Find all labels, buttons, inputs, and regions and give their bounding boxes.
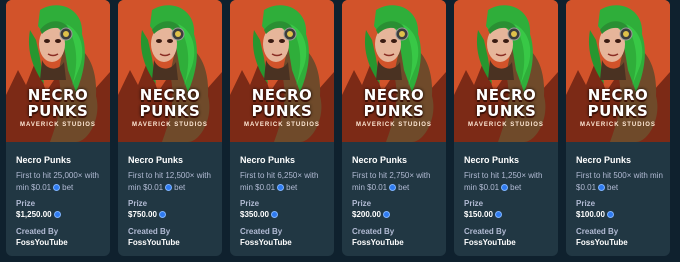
challenge-description: First to hit 500× with min $0.01 bet xyxy=(576,170,668,194)
game-name[interactable]: Necro Punks xyxy=(16,155,110,166)
coin-icon xyxy=(53,211,61,218)
prize-label: Prize xyxy=(576,199,596,208)
necro-punks-art xyxy=(118,0,222,142)
description-suffix: bet xyxy=(607,183,619,192)
creator-name[interactable]: FossYouTube xyxy=(576,237,670,248)
created-by-label: Created By xyxy=(576,227,619,236)
prize-amount: $350.00 xyxy=(240,210,269,219)
coin-icon xyxy=(382,211,390,218)
creator-name[interactable]: FossYouTube xyxy=(352,237,446,248)
art-title-punks: PUNKS xyxy=(139,102,201,120)
created-by-label: Created By xyxy=(128,227,171,236)
art-studio-label: MAVERICK STUDIOS xyxy=(20,122,96,128)
description-suffix: bet xyxy=(510,183,522,192)
game-name[interactable]: Necro Punks xyxy=(128,155,222,166)
coin-icon xyxy=(501,184,509,191)
coin-icon xyxy=(389,184,397,191)
game-thumbnail[interactable]: NECRO PUNKS MAVERICK STUDIOS xyxy=(566,0,670,142)
prize-label: Prize xyxy=(128,199,148,208)
prize-amount: $750.00 xyxy=(128,210,157,219)
art-title-necro: NECRO xyxy=(27,86,89,104)
art-title-punks: PUNKS xyxy=(475,102,537,120)
prize-amount: $200.00 xyxy=(352,210,381,219)
necro-punks-art xyxy=(566,0,670,142)
art-title-punks: PUNKS xyxy=(251,102,313,120)
challenge-card[interactable]: NECRO PUNKS MAVERICK STUDIOS Necro Punks… xyxy=(118,0,222,256)
art-title-punks: PUNKS xyxy=(27,102,89,120)
necro-punks-art xyxy=(6,0,110,142)
game-name[interactable]: Necro Punks xyxy=(352,155,446,166)
art-title-necro: NECRO xyxy=(475,86,537,104)
prize-value: $1,250.00 xyxy=(16,209,110,220)
art-studio-label: MAVERICK STUDIOS xyxy=(580,122,656,128)
created-by-label: Created By xyxy=(464,227,507,236)
prize-amount: $150.00 xyxy=(464,210,493,219)
challenge-card-row: NECRO PUNKS MAVERICK STUDIOS Necro Punks… xyxy=(0,0,680,262)
coin-icon xyxy=(598,184,606,191)
coin-icon xyxy=(277,184,285,191)
creator-name[interactable]: FossYouTube xyxy=(16,237,110,248)
coin-icon xyxy=(165,184,173,191)
challenge-description: First to hit 12,500× with min $0.01 bet xyxy=(128,170,220,194)
game-name[interactable]: Necro Punks xyxy=(240,155,334,166)
coin-icon xyxy=(270,211,278,218)
challenge-card[interactable]: NECRO PUNKS MAVERICK STUDIOS Necro Punks… xyxy=(566,0,670,256)
necro-punks-art xyxy=(230,0,334,142)
necro-punks-art xyxy=(454,0,558,142)
prize-label: Prize xyxy=(352,199,372,208)
art-studio-label: MAVERICK STUDIOS xyxy=(356,122,432,128)
game-thumbnail[interactable]: NECRO PUNKS MAVERICK STUDIOS xyxy=(342,0,446,142)
art-title-necro: NECRO xyxy=(139,86,201,104)
description-suffix: bet xyxy=(174,183,186,192)
art-studio-label: MAVERICK STUDIOS xyxy=(468,122,544,128)
challenge-card[interactable]: NECRO PUNKS MAVERICK STUDIOS Necro Punks… xyxy=(6,0,110,256)
prize-label: Prize xyxy=(240,199,260,208)
prize-amount: $1,250.00 xyxy=(16,210,52,219)
description-suffix: bet xyxy=(398,183,410,192)
creator-name[interactable]: FossYouTube xyxy=(464,237,558,248)
creator-name[interactable]: FossYouTube xyxy=(240,237,334,248)
coin-icon xyxy=(53,184,61,191)
prize-value: $750.00 xyxy=(128,209,222,220)
challenge-card[interactable]: NECRO PUNKS MAVERICK STUDIOS Necro Punks… xyxy=(342,0,446,256)
prize-value: $100.00 xyxy=(576,209,670,220)
art-title-punks: PUNKS xyxy=(363,102,425,120)
game-thumbnail[interactable]: NECRO PUNKS MAVERICK STUDIOS xyxy=(118,0,222,142)
art-studio-label: MAVERICK STUDIOS xyxy=(132,122,208,128)
prize-value: $150.00 xyxy=(464,209,558,220)
challenge-description: First to hit 25,000× with min $0.01 bet xyxy=(16,170,108,194)
description-suffix: bet xyxy=(62,183,74,192)
art-studio-label: MAVERICK STUDIOS xyxy=(244,122,320,128)
description-suffix: bet xyxy=(286,183,298,192)
created-by-label: Created By xyxy=(240,227,283,236)
art-title-necro: NECRO xyxy=(251,86,313,104)
game-name[interactable]: Necro Punks xyxy=(464,155,558,166)
challenge-card[interactable]: NECRO PUNKS MAVERICK STUDIOS Necro Punks… xyxy=(454,0,558,256)
prize-label: Prize xyxy=(16,199,36,208)
prize-amount: $100.00 xyxy=(576,210,605,219)
challenge-description: First to hit 6,250× with min $0.01 bet xyxy=(240,170,332,194)
game-thumbnail[interactable]: NECRO PUNKS MAVERICK STUDIOS xyxy=(454,0,558,142)
created-by-label: Created By xyxy=(352,227,395,236)
coin-icon xyxy=(494,211,502,218)
challenge-description: First to hit 1,250× with min $0.01 bet xyxy=(464,170,556,194)
art-title-necro: NECRO xyxy=(363,86,425,104)
game-thumbnail[interactable]: NECRO PUNKS MAVERICK STUDIOS xyxy=(6,0,110,142)
challenge-card[interactable]: NECRO PUNKS MAVERICK STUDIOS Necro Punks… xyxy=(230,0,334,256)
prize-value: $350.00 xyxy=(240,209,334,220)
description-text: First to hit 500× with min $0.01 xyxy=(576,171,663,192)
game-thumbnail[interactable]: NECRO PUNKS MAVERICK STUDIOS xyxy=(230,0,334,142)
prize-label: Prize xyxy=(464,199,484,208)
necro-punks-art xyxy=(342,0,446,142)
coin-icon xyxy=(158,211,166,218)
created-by-label: Created By xyxy=(16,227,59,236)
challenge-description: First to hit 2,750× with min $0.01 bet xyxy=(352,170,444,194)
game-name[interactable]: Necro Punks xyxy=(576,155,670,166)
coin-icon xyxy=(606,211,614,218)
creator-name[interactable]: FossYouTube xyxy=(128,237,222,248)
prize-value: $200.00 xyxy=(352,209,446,220)
art-title-punks: PUNKS xyxy=(587,102,649,120)
art-title-necro: NECRO xyxy=(587,86,649,104)
